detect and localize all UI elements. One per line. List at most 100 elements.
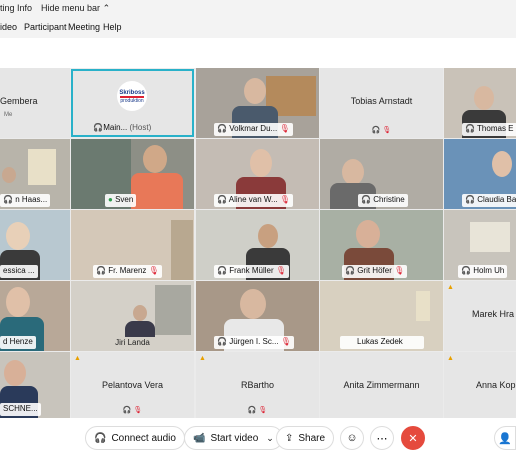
participant-label: d Henze <box>0 336 36 349</box>
start-video-button[interactable]: 📹 Start video ⌄ <box>184 426 283 450</box>
chevron-down-icon[interactable]: ⌄ <box>266 433 274 444</box>
smiley-icon: ☺ <box>346 432 358 444</box>
reactions-button[interactable]: ☺ <box>340 426 364 450</box>
participant-tile[interactable]: ▲ Pelantova Vera 🎧 🎙 <box>71 352 194 418</box>
participant-tile[interactable]: essica ... <box>0 210 70 280</box>
participant-tile[interactable]: 🎧 Holm Uh <box>444 210 516 280</box>
user-icon: 👤 <box>498 432 512 445</box>
warning-icon: ▲ <box>447 284 454 291</box>
video-off-icon: 📹 <box>193 432 206 444</box>
participant-head <box>492 151 512 177</box>
participant-tile[interactable]: ▲ Marek Hra <box>444 281 516 351</box>
participant-name: RBartho <box>240 380 275 390</box>
more-options-button[interactable]: ⋯ <box>370 426 394 450</box>
video-background <box>155 285 191 335</box>
muted-mic-icon: 🎙 <box>382 127 392 134</box>
muted-mic-icon: 🎙 <box>280 337 291 346</box>
participant-head <box>143 145 167 173</box>
chevron-up-icon: ⌃ <box>102 3 111 13</box>
participant-head <box>244 78 266 104</box>
participant-label: ● Sven <box>105 194 137 207</box>
participant-body <box>125 321 155 337</box>
participant-tile[interactable]: Gembera Me <box>0 68 70 138</box>
participant-tile[interactable]: 🎧 Claudia Ba <box>444 139 516 209</box>
video-background <box>28 149 56 185</box>
participant-tile[interactable]: Lukas Zedek <box>320 281 443 351</box>
participant-tile[interactable]: d Henze <box>0 281 70 351</box>
participant-tile[interactable]: 🎧 Jürgen I. Sc... 🎙 <box>196 281 319 351</box>
participant-tile[interactable]: ● Sven <box>71 139 194 209</box>
audio-status: 🎧 🎙 <box>247 407 268 414</box>
participant-label: 🎧 n Haas... <box>0 194 51 207</box>
participant-head <box>250 149 272 177</box>
participant-tile[interactable]: Tobias Arnstadt 🎧 🎙 <box>320 68 443 138</box>
participants-button[interactable]: 👤 <box>494 426 516 450</box>
muted-mic-icon: 🎙 <box>394 266 405 275</box>
participant-name: Tobias Arnstadt <box>350 96 413 106</box>
video-background <box>416 291 430 321</box>
more-icon: ⋯ <box>376 432 388 445</box>
participant-name: Anita Zimmermann <box>343 380 420 390</box>
participant-label: 🎧 Jürgen I. Sc... 🎙 <box>214 336 294 349</box>
muted-mic-icon: 🎙 <box>133 407 143 414</box>
participant-name: Pelantova Vera <box>101 380 164 390</box>
menu-bar: ideo Participant Meeting Help <box>0 16 516 38</box>
participant-tile[interactable]: 🎧 Frank Müller 🎙 <box>196 210 319 280</box>
participant-head <box>356 220 380 248</box>
muted-mic-icon: 🎙 <box>258 407 268 414</box>
share-button[interactable]: ⇪ Share <box>276 426 335 450</box>
participant-label: 🎧 Volkmar Du... 🎙 <box>214 123 293 136</box>
muted-mic-icon: 🎙 <box>279 195 291 204</box>
meeting-info-link[interactable]: ting Info <box>0 3 32 13</box>
connect-audio-button[interactable]: 🎧 Connect audio <box>85 426 185 450</box>
menu-video[interactable]: ideo <box>0 22 17 32</box>
participant-tile[interactable]: ▲ Anna Kop <box>444 352 516 418</box>
menu-meeting[interactable]: Meeting <box>68 22 100 32</box>
participant-head <box>6 222 30 250</box>
participant-label: 🎧 Main... (Host) <box>93 123 188 134</box>
audio-status: 🎧 🎙 <box>122 407 143 414</box>
meeting-toolbar: 🎧 Connect audio 📹 Start video ⌄ ⇪ Share … <box>0 418 516 454</box>
warning-icon: ▲ <box>199 355 206 362</box>
participant-label: Lukas Zedek <box>340 336 424 349</box>
video-background <box>470 222 510 252</box>
participant-tile[interactable]: Jiri Landa <box>71 281 194 351</box>
participant-name: Anna Kop <box>476 380 516 390</box>
participant-label: 🎧 Holm Uh <box>458 265 508 278</box>
participant-tile[interactable]: 🎧 n Haas... <box>0 139 70 209</box>
menu-help[interactable]: Help <box>103 22 122 32</box>
close-icon: ✕ <box>408 432 418 445</box>
participant-head <box>133 305 147 321</box>
participant-label: 🎧 Grit Höfer 🎙 <box>342 265 408 278</box>
participant-tile[interactable]: 🎧 Volkmar Du... 🎙 <box>196 68 319 138</box>
participant-head <box>474 86 494 110</box>
leave-meeting-button[interactable]: ✕ <box>401 426 425 450</box>
video-grid: Gembera Me Skriboss produktion 🎧 Main...… <box>0 68 516 418</box>
muted-mic-icon: 🎙 <box>148 266 159 275</box>
participant-tile[interactable]: 🎧 Thomas E <box>444 68 516 138</box>
participant-name: Marek Hra <box>472 309 515 319</box>
participant-label: 🎧 Aline van W... 🎙 <box>214 194 294 207</box>
participant-label: 🎧 Claudia Ba <box>462 194 516 207</box>
participant-tile[interactable]: SCHNE... <box>0 352 70 418</box>
participant-label: 🎧 Christine <box>358 194 408 207</box>
participant-tile[interactable]: 🎧 Grit Höfer 🎙 <box>320 210 443 280</box>
audio-status: 🎧 🎙 <box>371 127 392 134</box>
menu-participant[interactable]: Participant <box>24 22 67 32</box>
participant-tile[interactable]: 🎧 Aline van W... 🎙 <box>196 139 319 209</box>
participant-tile[interactable]: ▲ RBartho 🎧 🎙 <box>196 352 319 418</box>
participant-head <box>240 289 266 319</box>
participant-label: 🎧 Fr. Marenz 🎙 <box>93 265 162 278</box>
host-tile[interactable]: Skriboss produktion 🎧 Main... (Host) <box>71 69 194 137</box>
participant-tile[interactable]: Anita Zimmermann <box>320 352 443 418</box>
participant-head <box>6 287 30 317</box>
participant-label: essica ... <box>0 265 38 278</box>
company-logo: Skriboss produktion <box>117 81 147 111</box>
participant-head <box>2 167 16 183</box>
participant-name: Jiri Landa <box>115 338 150 347</box>
participant-tile[interactable]: 🎧 Fr. Marenz 🎙 <box>71 210 194 280</box>
participant-tile[interactable]: 🎧 Christine <box>320 139 443 209</box>
participant-name: Gembera <box>0 96 38 106</box>
hide-menu-bar-button[interactable]: Hide menu bar ⌃ <box>41 3 110 14</box>
headset-icon: 🎧 <box>94 432 107 444</box>
